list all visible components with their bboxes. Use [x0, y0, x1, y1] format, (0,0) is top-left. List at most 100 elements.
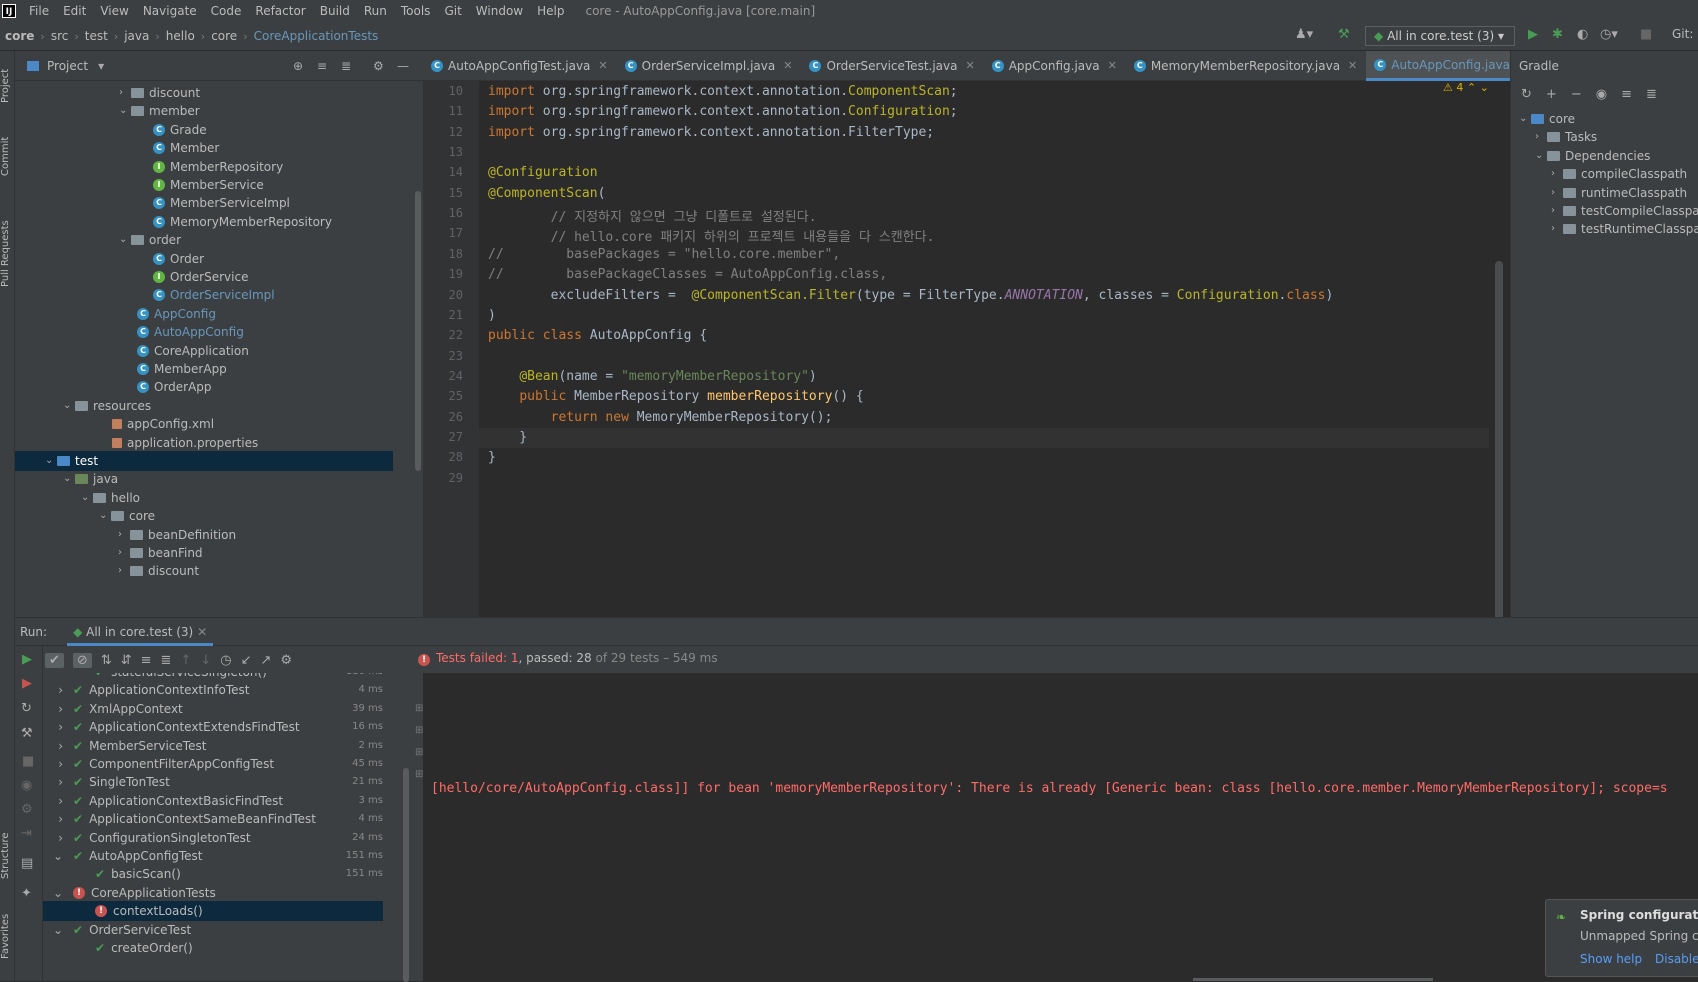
previous-failed-icon[interactable]: ↑	[180, 653, 191, 668]
chevron-right-icon[interactable]: ⌄	[99, 506, 111, 526]
tree-item[interactable]: C Order	[153, 249, 204, 269]
collapse-all-icon[interactable]: ≣	[1646, 87, 1657, 102]
breadcrumb-item[interactable]: test	[85, 29, 108, 43]
chevron-down-icon[interactable]: ▾	[98, 59, 104, 73]
chevron-right-icon[interactable]: ⌄	[63, 396, 75, 416]
gradle-item[interactable]: ⌄ core	[1519, 109, 1575, 129]
console-output[interactable]: [hello/core/AutoAppConfig.class]] for be…	[423, 673, 1698, 981]
menu-window[interactable]: Window	[469, 0, 530, 22]
breadcrumb-item[interactable]: java	[124, 29, 149, 43]
gradle-item[interactable]: › testRuntimeClasspath	[1551, 219, 1698, 239]
export-icon[interactable]: ↗	[261, 653, 272, 668]
menu-run[interactable]: Run	[357, 0, 394, 22]
menu-help[interactable]: Help	[530, 0, 571, 22]
project-tool-tab[interactable]: Project	[0, 61, 15, 111]
test-item[interactable]: › ✔ SingleTonTest 21 ms	[43, 772, 383, 792]
test-item[interactable]: › ✔ XmlAppContext 39 ms	[43, 699, 383, 719]
refresh-icon[interactable]: ↻	[1521, 87, 1532, 102]
chevron-right-icon[interactable]: ›	[1551, 164, 1563, 184]
menu-edit[interactable]: Edit	[56, 0, 93, 22]
test-item[interactable]: › ✔ ComponentFilterAppConfigTest 45 ms	[43, 754, 383, 774]
disable-link[interactable]: Disable...	[1655, 952, 1698, 966]
test-item[interactable]: › ✔ ApplicationContextExtendsFindTest 16 ms	[43, 717, 383, 737]
debug-icon[interactable]: ✱	[1552, 27, 1563, 42]
chevron-right-icon[interactable]: ›	[1551, 201, 1563, 221]
tree-item[interactable]: › beanFind	[118, 543, 203, 563]
structure-tool-tab[interactable]: Structure	[0, 826, 15, 886]
menu-view[interactable]: View	[93, 0, 135, 22]
test-item[interactable]: ! contextLoads()	[43, 901, 383, 922]
test-item[interactable]: ✔ basicScan() 151 ms	[43, 864, 383, 884]
project-scrollbar[interactable]	[415, 191, 421, 471]
menu-refactor[interactable]: Refactor	[248, 0, 312, 22]
test-item[interactable]: › ✔ ConfigurationSingletonTest 24 ms	[43, 828, 383, 848]
editor-tab[interactable]: C OrderServiceTest.java ✕	[801, 51, 983, 81]
chevron-right-icon[interactable]: ›	[118, 543, 130, 563]
show-passed-icon[interactable]: ✔	[45, 652, 64, 668]
tree-item[interactable]: ⌄ java	[63, 469, 118, 489]
warning-icon[interactable]: ⚠ 4 ⌃ ⌄	[1443, 81, 1489, 94]
breadcrumb-item[interactable]: src	[51, 29, 69, 43]
tree-item[interactable]: ⌄ order	[119, 230, 181, 250]
expand-all-icon[interactable]: ≡	[1621, 87, 1632, 102]
tree-item[interactable]: › discount	[118, 561, 199, 581]
run-icon[interactable]: ▶	[1528, 27, 1538, 42]
menu-navigate[interactable]: Navigate	[136, 0, 204, 22]
gradle-item[interactable]: › Tasks	[1535, 127, 1597, 147]
coverage-icon[interactable]: ◐	[1577, 27, 1588, 42]
tree-item[interactable]: I MemberRepository	[153, 157, 283, 177]
tree-item[interactable]: C MemberApp	[137, 359, 227, 379]
test-item[interactable]: › ✔ ApplicationContextBasicFindTest 3 ms	[43, 791, 383, 811]
test-item[interactable]: › ✔ ApplicationContextSameBeanFindTest 4 ms	[43, 809, 383, 829]
chevron-right-icon[interactable]: ›	[1551, 219, 1563, 239]
gradle-item[interactable]: › runtimeClasspath	[1551, 183, 1687, 203]
add-icon[interactable]: +	[1546, 87, 1557, 102]
history-icon[interactable]: ◷	[220, 653, 231, 668]
sort-duration-icon[interactable]: ⇵	[121, 653, 132, 668]
collapse-all-icon[interactable]: ≣	[161, 653, 172, 668]
editor-tab[interactable]: C OrderServiceImpl.java ✕	[617, 51, 802, 81]
camera-icon[interactable]: ◉	[21, 778, 32, 793]
chevron-down-icon[interactable]: ⌄	[119, 101, 131, 121]
chevron-down-icon[interactable]: ⌄	[119, 230, 131, 250]
build-hammer-icon[interactable]: ⚒	[1338, 27, 1350, 42]
rerun-failed-icon[interactable]: ▶	[22, 676, 32, 691]
tree-item[interactable]: C OrderServiceImpl	[153, 285, 275, 305]
collapse-all-icon[interactable]: ≣	[341, 59, 351, 73]
tree-item[interactable]: › beanDefinition	[118, 525, 236, 545]
run-configuration-select[interactable]: ◆ All in core.test (3) ▾	[1365, 26, 1515, 46]
breadcrumb-item[interactable]: core	[211, 29, 237, 43]
expand-all-icon[interactable]: ≡	[141, 653, 152, 668]
pin-icon[interactable]: ✦	[21, 886, 32, 901]
code-editor[interactable]: 10 import org.springframework.context.ann…	[423, 81, 1510, 681]
run-tab[interactable]: ◆ All in core.test (3) ✕	[67, 618, 214, 646]
editor-tab[interactable]: C AppConfig.java ✕	[984, 51, 1126, 81]
tree-item[interactable]: › discount	[119, 83, 200, 103]
menu-tools[interactable]: Tools	[394, 0, 438, 22]
breadcrumb-item[interactable]: CoreApplicationTests	[254, 29, 379, 43]
chevron-right-icon[interactable]: ›	[118, 525, 130, 545]
breadcrumb-item[interactable]: hello	[166, 29, 195, 43]
stop-icon[interactable]: ■	[1640, 27, 1652, 42]
gradle-item[interactable]: ⌄ Dependencies	[1535, 146, 1650, 166]
show-ignored-icon[interactable]: ⊘	[72, 652, 92, 668]
close-icon[interactable]: ✕	[965, 51, 974, 81]
chevron-down-icon[interactable]: ⌄	[1535, 146, 1547, 166]
editor-tab[interactable]: C AutoAppConfigTest.java ✕	[423, 51, 617, 81]
gradle-item[interactable]: › testCompileClasspath	[1551, 201, 1698, 221]
layout-icon[interactable]: ▤	[21, 856, 33, 871]
stop-icon[interactable]: ■	[22, 754, 34, 769]
chevron-right-icon[interactable]: ›	[1535, 127, 1547, 147]
menu-git[interactable]: Git	[437, 0, 468, 22]
chevron-right-icon[interactable]: ⌄	[45, 451, 57, 471]
close-icon[interactable]: ✕	[598, 51, 607, 81]
rerun-icon[interactable]: ▶	[22, 652, 32, 667]
tree-item[interactable]: C AutoAppConfig	[137, 322, 244, 342]
menu-build[interactable]: Build	[313, 0, 357, 22]
remove-icon[interactable]: −	[1571, 87, 1582, 102]
tree-item[interactable]: C Grade	[153, 120, 207, 140]
tree-item[interactable]: C AppConfig	[137, 304, 216, 324]
test-item[interactable]: ⌄! CoreApplicationTests	[43, 883, 383, 903]
test-item[interactable]: ⌄ ✔ AutoAppConfigTest 151 ms	[43, 846, 383, 866]
user-icon[interactable]: ♟▾	[1295, 27, 1313, 42]
